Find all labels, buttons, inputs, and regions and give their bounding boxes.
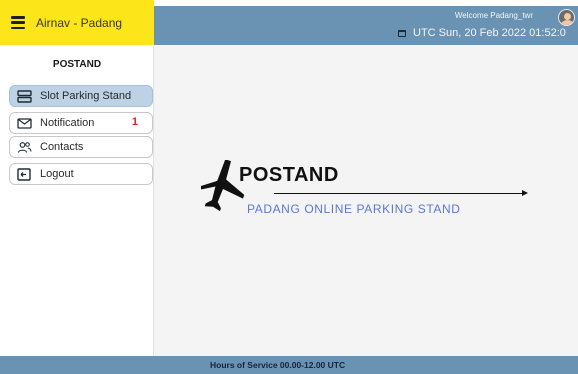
datetime-text: UTC Sun, 20 Feb 2022 01:52:0 bbox=[413, 27, 566, 39]
service-hours-text: Hours of Service 00.00-12.00 UTC bbox=[210, 360, 346, 370]
sidebar-item-label: Contacts bbox=[40, 141, 84, 153]
sidebar-item-label: Logout bbox=[40, 168, 74, 180]
hero-title: POSTAND bbox=[239, 164, 339, 186]
hero-underline bbox=[274, 193, 524, 194]
mail-icon bbox=[16, 116, 32, 130]
app-window: Airnav - Padang Welcome Padang_twr UTC S… bbox=[0, 0, 578, 374]
parking-slot-icon bbox=[16, 89, 32, 103]
top-bar: Welcome Padang_twr UTC Sun, 20 Feb 2022 … bbox=[154, 6, 578, 45]
arrow-head-icon bbox=[522, 190, 528, 196]
sidebar: POSTAND Slot Parking Stand Notification … bbox=[0, 45, 154, 356]
welcome-text: Welcome Padang_twr bbox=[454, 11, 533, 20]
menu-title: POSTAND bbox=[52, 59, 102, 70]
contacts-icon bbox=[16, 140, 32, 154]
sidebar-item-label: Notification bbox=[40, 117, 95, 129]
brand-block: Airnav - Padang bbox=[0, 0, 154, 45]
sidebar-item-contacts[interactable]: Contacts bbox=[9, 136, 153, 158]
hero-subtitle: PADANG ONLINE PARKING STAND bbox=[247, 202, 461, 216]
brand-name: Airnav - Padang bbox=[36, 15, 123, 30]
logout-icon bbox=[16, 167, 32, 181]
calendar-icon bbox=[398, 29, 406, 37]
sidebar-item-slot-parking-stand[interactable]: Slot Parking Stand bbox=[9, 85, 153, 107]
utc-datetime: UTC Sun, 20 Feb 2022 01:52:0 bbox=[398, 27, 566, 39]
main-content: POSTAND PADANG ONLINE PARKING STAND bbox=[154, 45, 578, 356]
sidebar-item-logout[interactable]: Logout bbox=[9, 163, 153, 185]
user-avatar[interactable] bbox=[558, 9, 575, 26]
footer-bar: Hours of Service 00.00-12.00 UTC bbox=[0, 356, 578, 374]
hamburger-menu-icon[interactable] bbox=[11, 16, 25, 29]
sidebar-item-label: Slot Parking Stand bbox=[40, 90, 132, 102]
sidebar-item-notification[interactable]: Notification 1 bbox=[9, 112, 153, 134]
notification-count-badge: 1 bbox=[131, 116, 138, 128]
